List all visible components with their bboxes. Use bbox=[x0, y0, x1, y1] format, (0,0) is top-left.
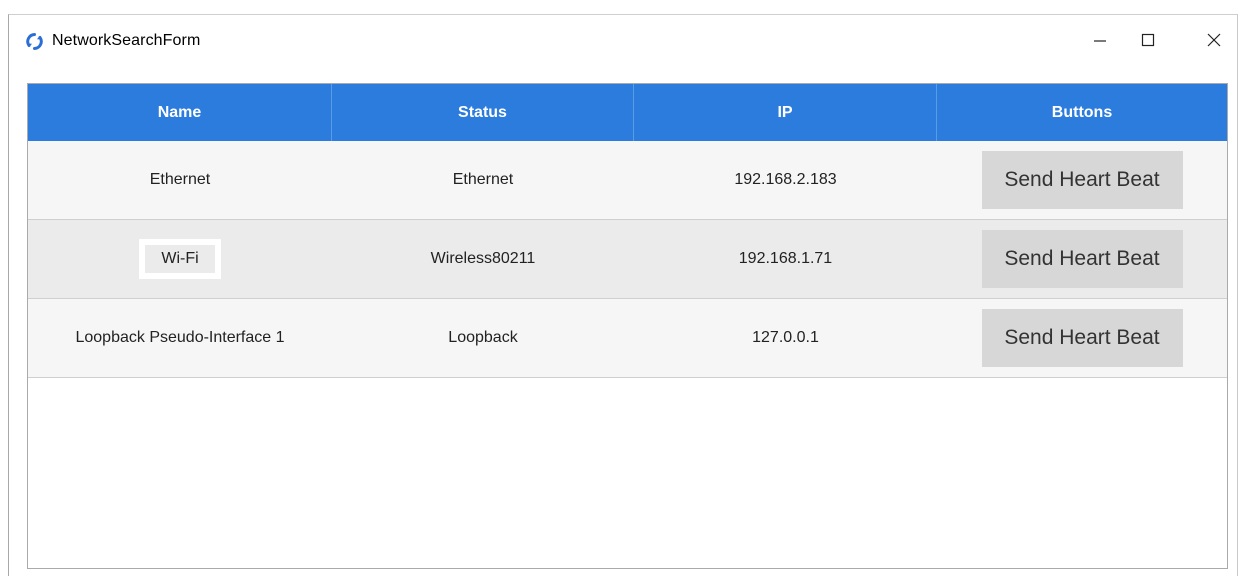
app-sync-icon bbox=[25, 32, 44, 51]
cell-button: Send Heart Beat bbox=[937, 141, 1227, 219]
cell-status[interactable]: Ethernet bbox=[332, 141, 634, 219]
minimize-icon bbox=[1092, 32, 1108, 53]
cell-name-text: Wi-Fi bbox=[145, 245, 215, 273]
send-heart-beat-button[interactable]: Send Heart Beat bbox=[981, 309, 1183, 367]
column-header-buttons[interactable]: Buttons bbox=[937, 84, 1227, 141]
selected-cell-highlight: Wi-Fi bbox=[139, 239, 221, 279]
maximize-button[interactable] bbox=[1117, 19, 1179, 65]
title-bar[interactable]: NetworkSearchForm bbox=[9, 15, 1237, 72]
cell-ip[interactable]: 192.168.1.71 bbox=[634, 220, 937, 298]
cell-name[interactable]: Loopback Pseudo-Interface 1 bbox=[28, 299, 332, 377]
network-grid[interactable]: Name Status IP Buttons Ethernet Ethernet… bbox=[27, 83, 1228, 569]
send-heart-beat-button[interactable]: Send Heart Beat bbox=[981, 151, 1183, 209]
table-row[interactable]: Wi-Fi Wireless80211 192.168.1.71 Send He… bbox=[28, 220, 1227, 299]
grid-header: Name Status IP Buttons bbox=[28, 84, 1227, 141]
send-heart-beat-button[interactable]: Send Heart Beat bbox=[981, 230, 1183, 288]
cell-ip[interactable]: 127.0.0.1 bbox=[634, 299, 937, 377]
cell-status[interactable]: Wireless80211 bbox=[332, 220, 634, 298]
table-row[interactable]: Loopback Pseudo-Interface 1 Loopback 127… bbox=[28, 299, 1227, 378]
cell-status[interactable]: Loopback bbox=[332, 299, 634, 377]
column-header-ip[interactable]: IP bbox=[634, 84, 937, 141]
maximize-icon bbox=[1140, 32, 1156, 53]
cell-name[interactable]: Ethernet bbox=[28, 141, 332, 219]
column-header-name[interactable]: Name bbox=[28, 84, 332, 141]
column-header-status[interactable]: Status bbox=[332, 84, 634, 141]
table-row[interactable]: Ethernet Ethernet 192.168.2.183 Send Hea… bbox=[28, 141, 1227, 220]
close-icon bbox=[1206, 32, 1222, 53]
cell-name[interactable]: Wi-Fi bbox=[28, 220, 332, 298]
window-title: NetworkSearchForm bbox=[52, 32, 201, 49]
cell-button: Send Heart Beat bbox=[937, 299, 1227, 377]
main-window: NetworkSearchForm Name Status IP Buttons… bbox=[8, 14, 1238, 576]
close-button[interactable] bbox=[1183, 19, 1245, 65]
cell-ip[interactable]: 192.168.2.183 bbox=[634, 141, 937, 219]
cell-button: Send Heart Beat bbox=[937, 220, 1227, 298]
